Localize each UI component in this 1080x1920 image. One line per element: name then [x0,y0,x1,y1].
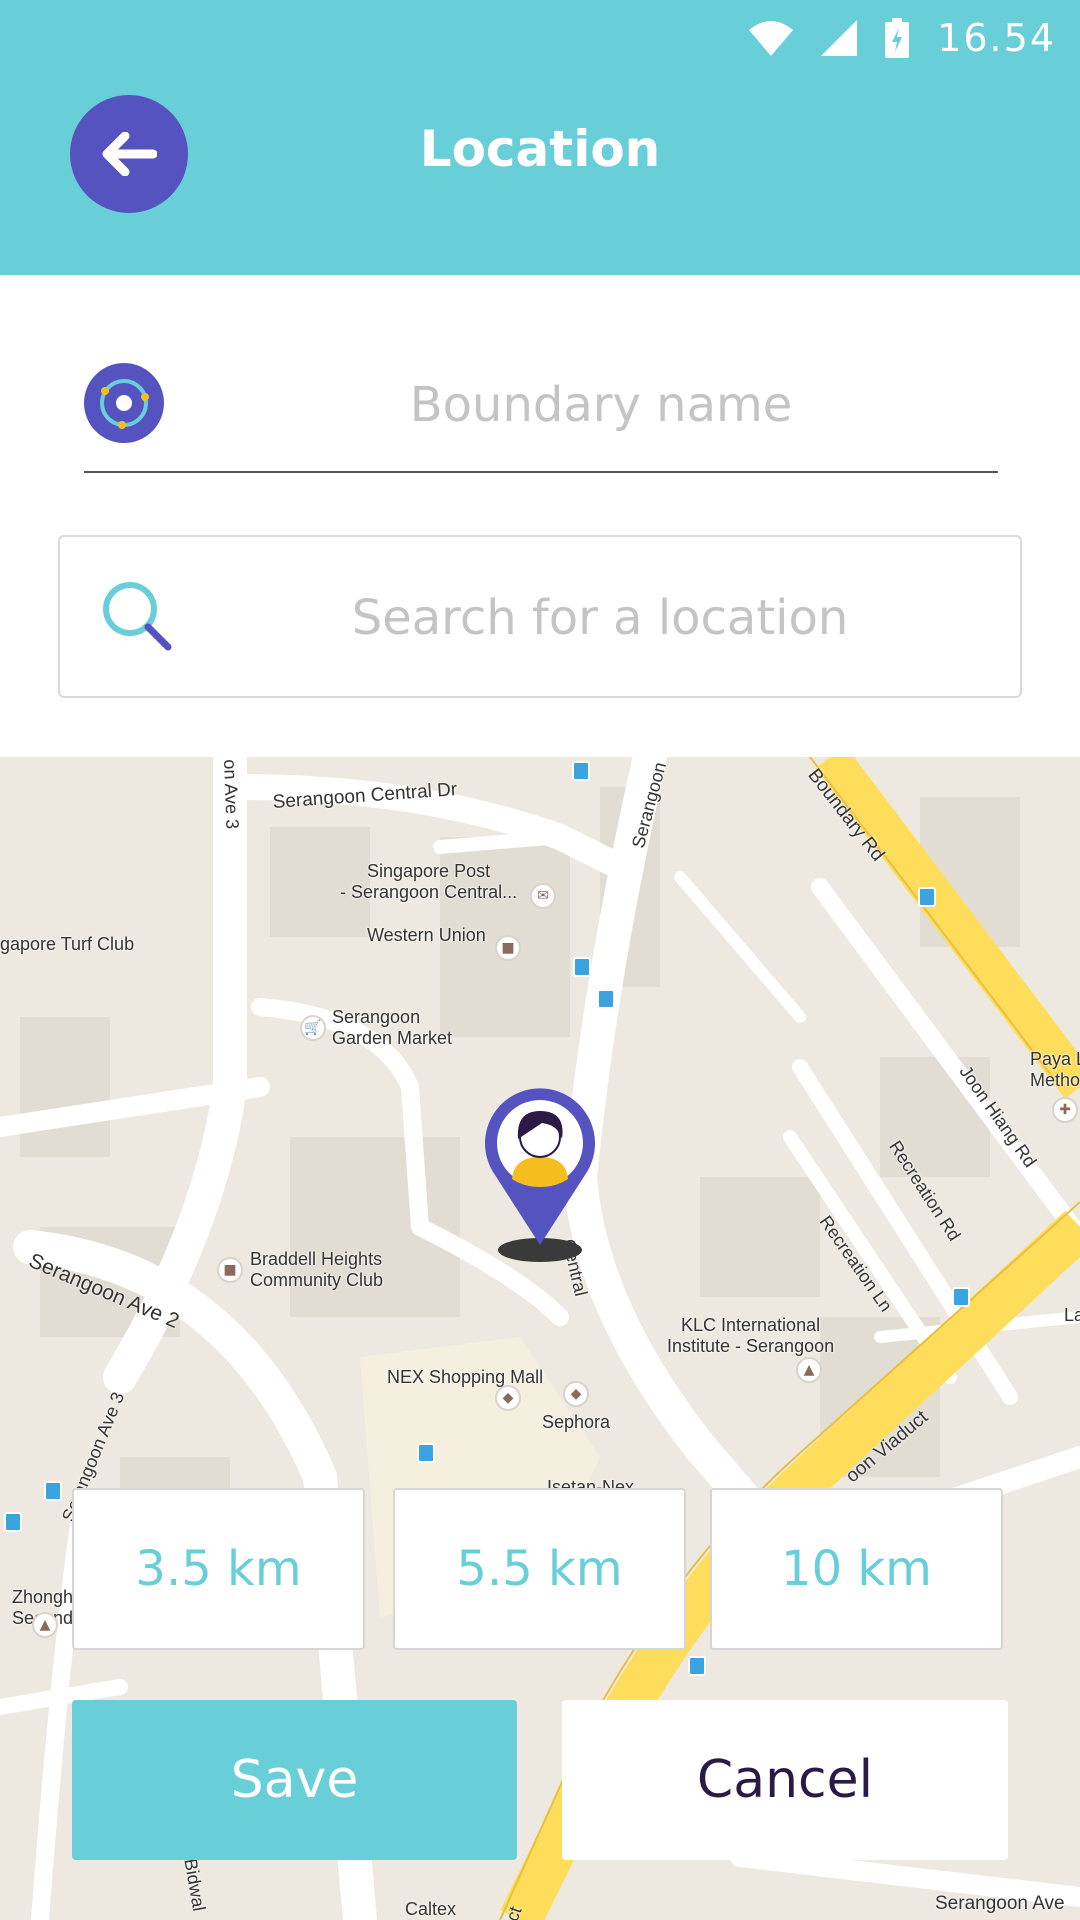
map-label: Western Union [367,925,486,945]
map-label: Singapore Post - Serangoon Central... [340,861,517,903]
location-search-input[interactable] [210,575,990,661]
map-label-line: Paya L [1030,1049,1080,1069]
map-label: gapore Turf Club [0,934,135,954]
bus-stop-icon[interactable] [572,761,590,781]
wifi-icon [749,21,794,56]
map-label: Serangoon Ave [935,1893,1065,1914]
search-icon [103,582,172,651]
boundary-target-icon [84,363,164,443]
map-label: Sephora [542,1412,611,1432]
map-label-line: Garden Market [332,1028,453,1048]
battery-charging-icon [885,18,910,58]
map-label-line: Serangoon [332,1007,421,1027]
save-button[interactable]: Save [72,1700,517,1860]
bus-stop-icon[interactable] [597,989,615,1009]
map-label-line: Community Club [250,1270,384,1290]
church-poi-icon[interactable]: ✚ [1052,1097,1078,1123]
user-location-pin-icon[interactable] [470,1075,610,1265]
bus-stop-icon[interactable] [952,1287,970,1307]
status-bar: 16.54 [749,12,1056,64]
map-label: Braddell Heights Community Club [250,1249,383,1291]
map-label-line: Singapore Post [367,861,491,881]
bus-stop-icon[interactable] [44,1481,62,1501]
map-label: La [1064,1305,1080,1325]
boundary-name-field [84,345,998,473]
location-search-box[interactable] [58,535,1022,698]
status-time: 16.54 [937,16,1056,60]
map-label-line: KLC International [681,1315,821,1335]
distance-option-10km[interactable]: 10 km [710,1488,1003,1650]
distance-option-5-5km[interactable]: 5.5 km [393,1488,686,1650]
bus-stop-icon[interactable] [918,887,936,907]
map-label-line: - Serangoon Central... [340,882,518,902]
bus-stop-icon[interactable] [4,1512,22,1532]
shopping-bag-poi-icon[interactable]: ◆ [495,1385,521,1411]
map-label: Caltex [405,1899,457,1919]
page-title: Location [419,120,661,178]
bus-stop-icon[interactable] [573,957,591,977]
map-label-line: Metho [1030,1070,1080,1090]
app-bar: 16.54 Location [0,0,1080,275]
bus-stop-icon[interactable] [688,1656,706,1676]
cancel-button[interactable]: Cancel [562,1700,1008,1860]
place-poi-icon[interactable]: ■ [495,935,521,961]
map-label: NEX Shopping Mall [387,1367,544,1387]
map-label-line: Institute - Serangoon [667,1336,835,1356]
map-label: Serangoon Garden Market [332,1007,452,1049]
school-poi-icon[interactable]: ▲ [796,1357,822,1383]
shopping-bag-poi-icon[interactable]: ◆ [563,1381,589,1407]
school-poi-icon[interactable]: ▲ [32,1612,58,1638]
distance-option-3-5km[interactable]: 3.5 km [72,1488,365,1650]
map-label: on Ave 3 [220,759,243,830]
map-label-line: Braddell Heights [250,1249,383,1269]
shopping-cart-poi-icon[interactable]: 🛒 [300,1015,326,1041]
map-label: Paya LMetho [1030,1049,1080,1091]
signal-icon [821,20,858,56]
mail-poi-icon[interactable]: ✉ [530,883,556,909]
map-label: KLC International Institute - Serangoon [667,1315,834,1357]
place-poi-icon[interactable]: ■ [217,1257,243,1283]
bus-stop-icon[interactable] [417,1443,435,1463]
boundary-name-input[interactable] [204,365,998,445]
